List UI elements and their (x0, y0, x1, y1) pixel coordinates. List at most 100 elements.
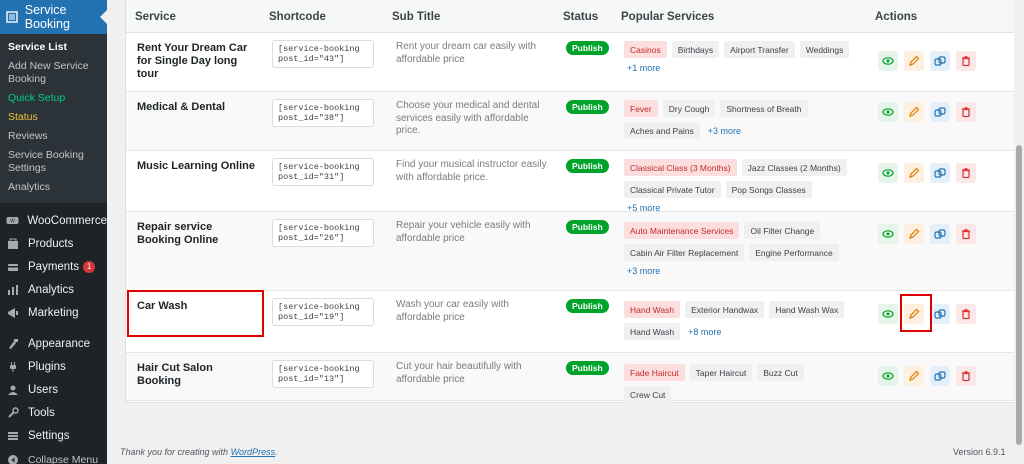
shortcode-field[interactable]: [service-booking post_id="31"] (272, 158, 374, 186)
shortcode-field[interactable]: [service-booking post_id="38"] (272, 99, 374, 127)
edit-button[interactable] (904, 366, 924, 386)
sidebar-item-appearance[interactable]: Appearance (0, 332, 107, 355)
eye-icon (882, 308, 894, 320)
sidebar-item-label: Analytics (28, 283, 75, 296)
sidebar-item-collapse-menu[interactable]: Collapse Menu (0, 448, 107, 464)
table-row: Medical & Dental [service-booking post_id… (126, 92, 1017, 151)
delete-button[interactable] (956, 102, 976, 122)
scrollbar-thumb[interactable] (1016, 145, 1022, 445)
shortcode-field[interactable]: [service-booking post_id="43"] (272, 40, 374, 68)
submenu-item[interactable]: Analytics (0, 178, 107, 197)
eye-icon (882, 228, 894, 240)
view-button[interactable] (878, 304, 898, 324)
sidebar-item-plugins[interactable]: Plugins (0, 355, 107, 378)
scrollbar[interactable] (1014, 0, 1024, 464)
edit-button[interactable] (904, 51, 924, 71)
table-row: Music Learning Online [service-booking po… (126, 151, 1017, 213)
service-tag: Buzz Cut (757, 364, 804, 381)
service-tag: Auto Maintenance Services (624, 222, 740, 239)
service-tag: Fade Haircut (624, 364, 685, 381)
more-tags-link[interactable]: +3 more (705, 126, 744, 136)
eye-icon (882, 370, 894, 382)
service-tag: Weddings (799, 41, 850, 58)
duplicate-button[interactable] (930, 102, 950, 122)
sidebar-item-users[interactable]: Users (0, 378, 107, 401)
service-name[interactable]: Music Learning Online (137, 160, 257, 173)
service-tag: Classical Class (3 Months) (624, 159, 737, 176)
delete-button[interactable] (956, 224, 976, 244)
duplicate-button[interactable] (930, 51, 950, 71)
sidebar-item-marketing[interactable]: Marketing (0, 301, 107, 324)
copy-icon (934, 370, 946, 382)
sidebar-item-payments[interactable]: Payments 1 (0, 255, 107, 278)
shortcode-field[interactable]: [service-booking post_id="26"] (272, 219, 374, 247)
service-name[interactable]: Rent Your Dream Car for Single Day long … (137, 42, 257, 81)
more-tags-link[interactable]: +8 more (685, 327, 724, 337)
service-tag: Taper Haircut (689, 364, 753, 381)
duplicate-button[interactable] (930, 163, 950, 183)
pencil-icon (908, 55, 920, 67)
more-tags-link[interactable]: +3 more (624, 266, 663, 276)
highlight-edit-button (900, 294, 932, 332)
menu-service-booking[interactable]: Service Booking (0, 0, 107, 34)
copy-icon (934, 167, 946, 179)
row-actions (878, 51, 976, 71)
view-button[interactable] (878, 51, 898, 71)
edit-button[interactable] (904, 102, 924, 122)
status-badge: Publish (566, 159, 609, 173)
view-button[interactable] (878, 366, 898, 386)
shortcode-field[interactable]: [service-booking post_id="19"] (272, 298, 374, 326)
sidebar-item-label: Payments (28, 260, 80, 273)
view-button[interactable] (878, 163, 898, 183)
service-tag: Crew Cut (624, 386, 672, 403)
sidebar-item-label: Marketing (28, 306, 79, 319)
sidebar-item-label: Users (28, 383, 59, 396)
duplicate-button[interactable] (930, 304, 950, 324)
col-service: Service (135, 11, 176, 23)
sidebar-item-label: Products (28, 237, 74, 250)
edit-button[interactable] (904, 224, 924, 244)
sidebar-item-tools[interactable]: Tools (0, 401, 107, 424)
shortcode-field[interactable]: [service-booking post_id="13"] (272, 360, 374, 388)
submenu-item[interactable]: Quick Setup (0, 89, 107, 108)
service-name[interactable]: Hair Cut Salon Booking (137, 362, 257, 388)
delete-button[interactable] (956, 304, 976, 324)
submenu-item[interactable]: Status (0, 108, 107, 127)
view-button[interactable] (878, 224, 898, 244)
service-tag: Fever (624, 100, 658, 117)
delete-button[interactable] (956, 163, 976, 183)
wordpress-link[interactable]: WordPress (231, 447, 276, 457)
delete-button[interactable] (956, 366, 976, 386)
more-tags-link[interactable]: +1 more (624, 63, 663, 73)
sidebar-item-woocommerce[interactable]: W WooCommerce (0, 209, 107, 232)
sidebar-item-settings[interactable]: Settings (0, 424, 107, 447)
row-actions (878, 102, 976, 122)
submenu-item[interactable]: Add New Service Booking (0, 57, 107, 89)
edit-button[interactable] (904, 163, 924, 183)
delete-button[interactable] (956, 51, 976, 71)
popular-services-tags: Fade Haircut Taper Haircut Buzz Cut Crew Cu… (624, 364, 854, 403)
service-tag: Dry Cough (662, 100, 716, 117)
col-status: Status (563, 11, 599, 23)
users-icon (6, 383, 20, 397)
service-tag: Classical Private Tutor (624, 181, 721, 198)
popular-services-tags: Hand Wash Exterior Handwax Hand Wash Wax Ha… (624, 301, 854, 340)
sidebar-item-products[interactable]: Products (0, 232, 107, 255)
view-button[interactable] (878, 102, 898, 122)
submenu-item[interactable]: Service List (0, 38, 107, 57)
col-shortcode: Shortcode (269, 11, 326, 23)
submenu-item[interactable]: Reviews (0, 127, 107, 146)
admin-sidebar: Service Booking Service List Add New Serv… (0, 0, 107, 464)
sidebar-item-analytics[interactable]: Analytics (0, 278, 107, 301)
trash-icon (960, 370, 972, 382)
pencil-icon (908, 106, 920, 118)
service-subtitle: Repair your vehicle easily with affordab… (396, 220, 531, 244)
eye-icon (882, 167, 894, 179)
service-subtitle: Choose your medical and dental services … (396, 100, 540, 136)
service-name[interactable]: Repair service Booking Online (137, 221, 257, 247)
duplicate-button[interactable] (930, 366, 950, 386)
duplicate-button[interactable] (930, 224, 950, 244)
submenu-item[interactable]: Service Booking Settings (0, 146, 107, 178)
service-name[interactable]: Medical & Dental (137, 101, 257, 114)
service-table: Service Shortcode Sub Title Status Popul… (125, 0, 1018, 403)
